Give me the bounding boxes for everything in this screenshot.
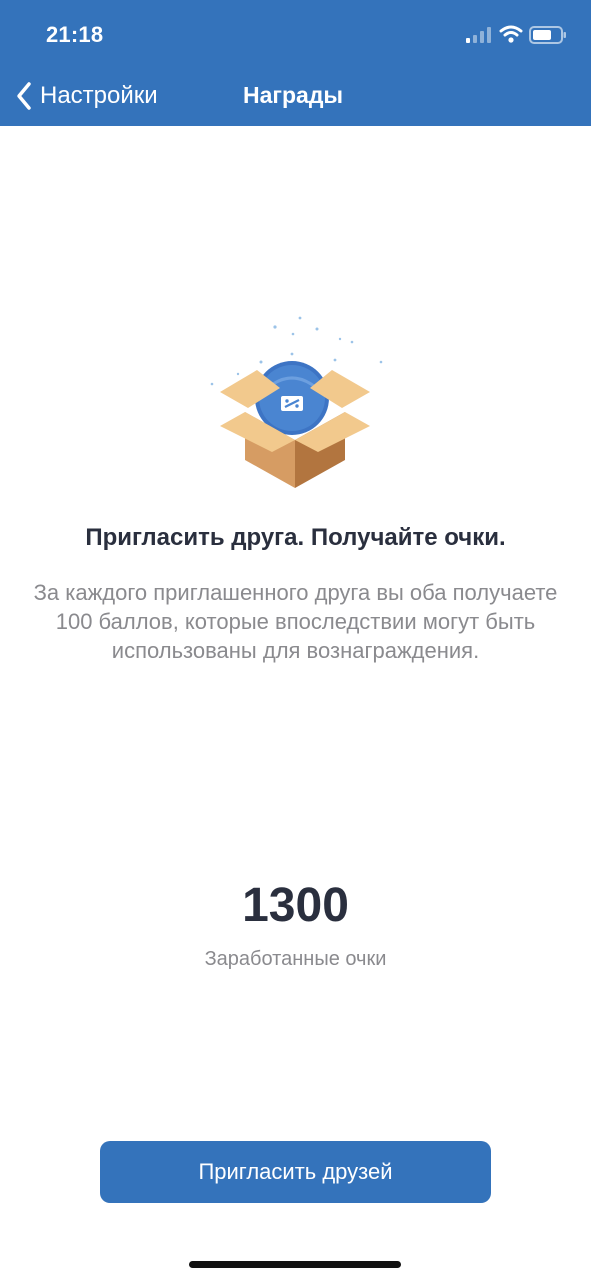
back-button-label: Настройки	[40, 82, 158, 109]
home-indicator	[189, 1261, 401, 1268]
wifi-icon	[499, 25, 523, 43]
back-button[interactable]: Настройки	[14, 78, 158, 114]
chevron-left-icon	[17, 82, 31, 110]
battery-icon	[529, 26, 566, 44]
page-title: Награды	[243, 82, 344, 108]
gift-box-icon	[210, 316, 383, 488]
points-value: 1300	[242, 879, 349, 932]
points-caption: Заработанные очки	[204, 948, 387, 970]
navigation-bar: 21:18 Настройки Награды	[0, 0, 591, 126]
signal-icon	[466, 27, 491, 43]
invite-friends-button[interactable]: Пригласить друзей	[100, 1141, 491, 1203]
promo-headline: Пригласить друга. Получайте очки.	[85, 524, 506, 551]
promo-description: За каждого приглашенного друга вы оба по…	[33, 580, 558, 663]
status-time: 21:18	[46, 22, 104, 47]
